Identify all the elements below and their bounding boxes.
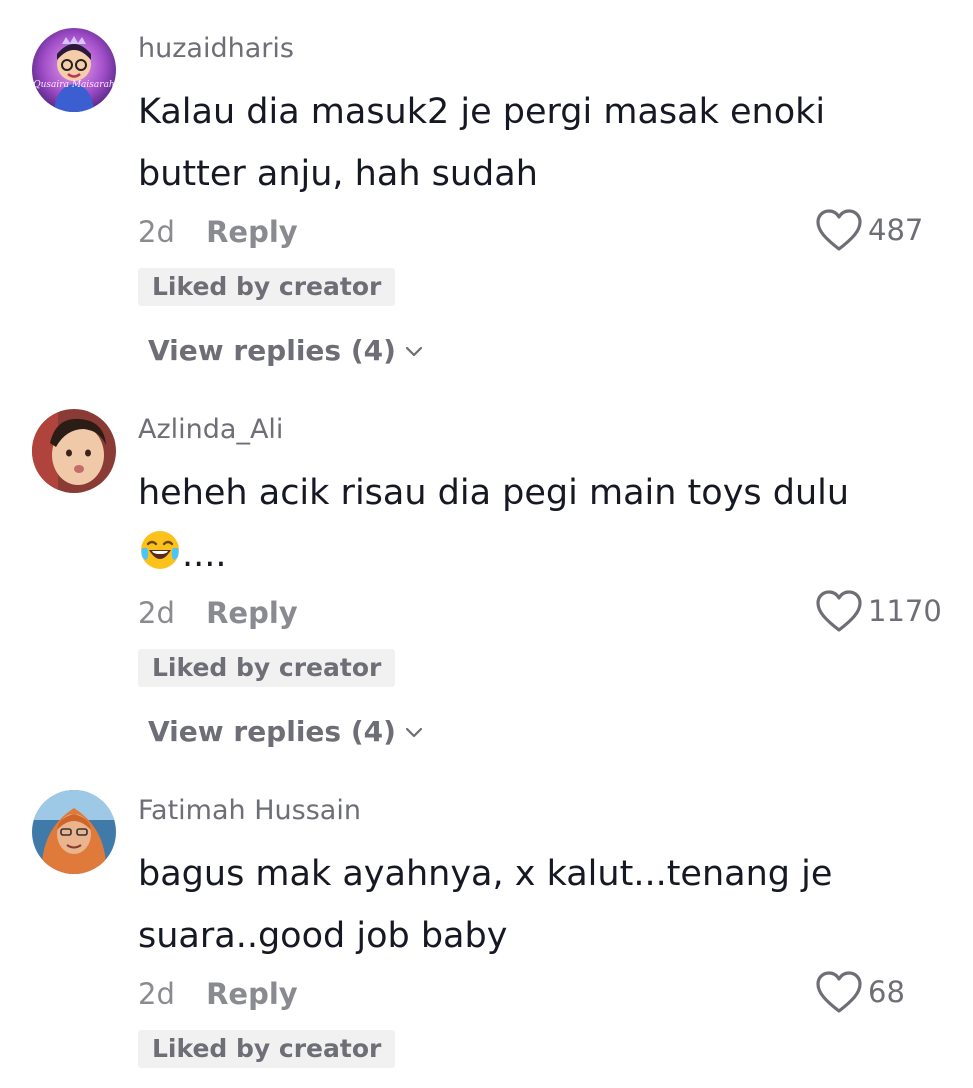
- view-replies-label: View replies (4): [148, 715, 396, 748]
- reply-button[interactable]: Reply: [206, 977, 298, 1011]
- like-button[interactable]: 487: [814, 206, 923, 254]
- comment-text-suffix: ....: [182, 535, 227, 575]
- liked-by-creator-badge: Liked by creator: [138, 649, 396, 687]
- avatar-caption: Qusaira Maisarah: [33, 80, 115, 90]
- avatar[interactable]: Qusaira Maisarah: [32, 28, 116, 112]
- comment-username[interactable]: Fatimah Hussain: [138, 795, 361, 826]
- like-count: 487: [868, 213, 924, 247]
- heart-outline-icon: [816, 971, 862, 1013]
- liked-by-creator-badge: Liked by creator: [138, 1030, 396, 1068]
- reply-button[interactable]: Reply: [206, 215, 298, 249]
- like-count: 1170: [868, 594, 942, 628]
- comment-meta: 2d Reply: [138, 977, 298, 1011]
- view-replies-button[interactable]: View replies (4): [148, 334, 424, 367]
- avatar-image: [32, 28, 116, 112]
- heart-outline-icon: [816, 209, 862, 251]
- comment-username[interactable]: Azlinda_Ali: [138, 414, 283, 445]
- chevron-down-icon: [405, 727, 423, 737]
- like-count: 68: [868, 975, 905, 1009]
- avatar-image: [32, 790, 116, 874]
- comment-time: 2d: [138, 215, 175, 249]
- chevron-down-icon: [405, 346, 423, 356]
- avatar-image: [32, 409, 116, 493]
- view-replies-button[interactable]: View replies (4): [148, 715, 424, 748]
- reply-button[interactable]: Reply: [206, 596, 298, 630]
- comment-meta: 2d Reply: [138, 215, 298, 249]
- view-replies-label: View replies (4): [148, 334, 396, 367]
- liked-by-creator-badge: Liked by creator: [138, 268, 396, 306]
- comment-time: 2d: [138, 977, 175, 1011]
- comment-username[interactable]: huzaidharis: [138, 33, 294, 64]
- heart-outline-icon: [816, 590, 862, 632]
- comment-text: Kalau dia masuk2 je pergi masak enoki bu…: [138, 92, 826, 194]
- comment-meta: 2d Reply: [138, 596, 298, 630]
- like-button[interactable]: 68: [814, 968, 905, 1016]
- avatar[interactable]: [32, 409, 116, 493]
- comment-text: bagus mak ayahnya, x kalut...tenang je s…: [138, 854, 833, 956]
- comment-text: heheh acik risau dia pegi main toys dulu…: [138, 462, 898, 586]
- comment-text-main: heheh acik risau dia pegi main toys dulu: [138, 473, 850, 513]
- comment-time: 2d: [138, 596, 175, 630]
- laughing-tears-emoji: [141, 531, 179, 569]
- like-button[interactable]: 1170: [814, 587, 942, 635]
- avatar[interactable]: [32, 790, 116, 874]
